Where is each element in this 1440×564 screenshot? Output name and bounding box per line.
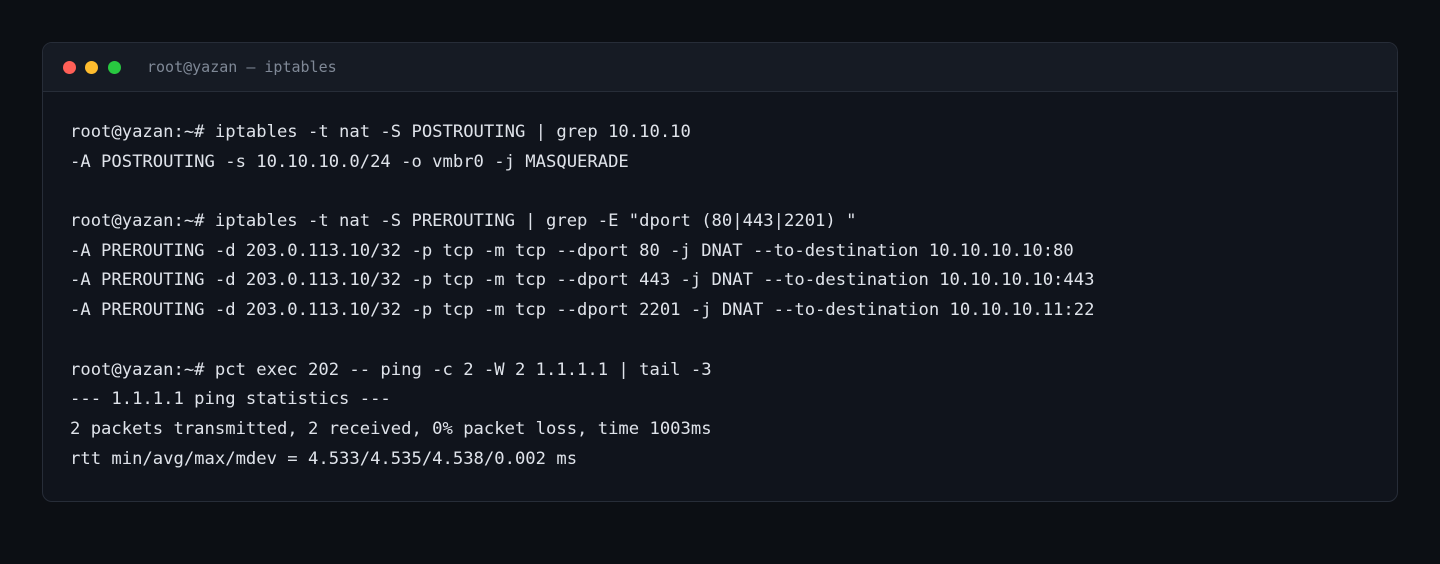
terminal-window: root@yazan — iptables root@yazan:~# ipta… xyxy=(42,42,1398,502)
terminal-line: -A PREROUTING -d 203.0.113.10/32 -p tcp … xyxy=(70,240,1074,261)
terminal-line: -A POSTROUTING -s 10.10.10.0/24 -o vmbr0… xyxy=(70,151,629,172)
terminal-line: 2 packets transmitted, 2 received, 0% pa… xyxy=(70,418,712,439)
terminal-line: -A PREROUTING -d 203.0.113.10/32 -p tcp … xyxy=(70,270,1095,291)
terminal-line: root@yazan:~# iptables -t nat -S POSTROU… xyxy=(70,122,691,142)
minimize-window-button[interactable] xyxy=(85,61,98,74)
window-title: root@yazan — iptables xyxy=(147,58,337,76)
terminal-line: -A PREROUTING -d 203.0.113.10/32 -p tcp … xyxy=(70,300,1095,321)
terminal-output[interactable]: root@yazan:~# iptables -t nat -S POSTROU… xyxy=(43,92,1397,474)
maximize-window-button[interactable] xyxy=(108,61,121,74)
terminal-line: root@yazan:~# pct exec 202 -- ping -c 2 … xyxy=(70,359,712,380)
close-window-button[interactable] xyxy=(63,61,76,74)
title-bar: root@yazan — iptables xyxy=(43,43,1397,92)
terminal-line: rtt min/avg/max/mdev = 4.533/4.535/4.538… xyxy=(70,448,578,469)
terminal-line: root@yazan:~# iptables -t nat -S PREROUT… xyxy=(70,211,857,232)
terminal-line: --- 1.1.1.1 ping statistics --- xyxy=(70,389,391,410)
